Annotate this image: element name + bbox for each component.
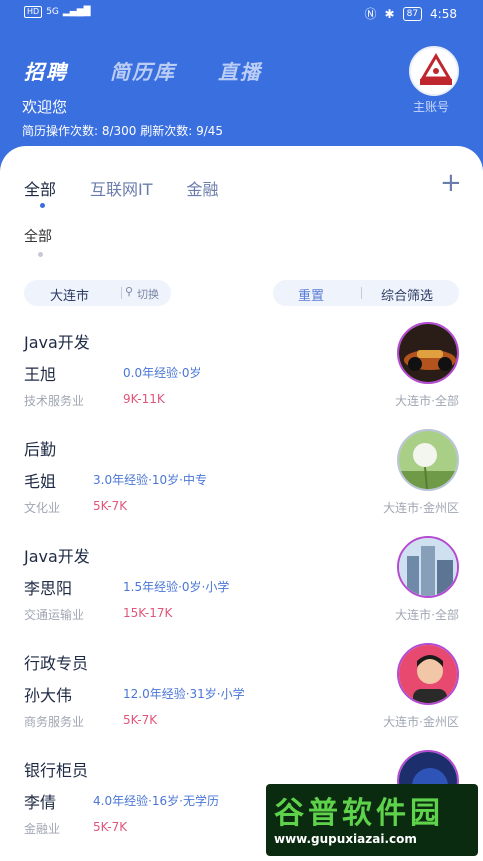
candidate-name: 孙大伟 — [24, 686, 73, 705]
salary-label: 5K-7K — [93, 499, 128, 513]
watermark-logo: 谷普软件园 www.gupuxiazai.com — [266, 784, 478, 856]
candidate-name: 李倩 — [24, 793, 57, 812]
account-label[interactable]: 主账号 — [413, 98, 449, 115]
divider — [361, 287, 362, 299]
location-label: 大连市·金州区 — [383, 715, 459, 729]
reset-button[interactable]: 重置 — [298, 285, 324, 304]
job-title: 银行柜员 — [24, 761, 89, 780]
tab-live[interactable]: 直播 — [218, 56, 262, 85]
job-title: Java开发 — [24, 333, 90, 352]
experience-info: 0.0年经验·0岁 — [123, 366, 202, 380]
comprehensive-filter-button[interactable]: 综合筛选 — [381, 285, 433, 304]
city-selector[interactable]: 大连市 ⚲ 切换 — [24, 280, 171, 306]
candidate-avatar — [397, 429, 459, 491]
main-tab-bar: 招聘 简历库 直播 — [24, 56, 262, 85]
tab-recruit[interactable]: 招聘 — [24, 56, 68, 85]
category-tab-bar: 全部 互联网IT 金融 — [24, 176, 219, 200]
status-bar: HD 5G ▂▄▆█ Ⓝ ✱ 87 4:58 — [0, 0, 483, 26]
candidate-avatar — [397, 322, 459, 384]
city-buildings-photo-icon — [399, 538, 457, 596]
filter-bar: 重置 综合筛选 — [273, 280, 459, 306]
subcategory-indicator — [38, 252, 43, 257]
active-tab-indicator — [40, 203, 45, 208]
location-label: 大连市·全部 — [395, 394, 459, 408]
candidate-name: 毛姐 — [24, 472, 57, 491]
category-tab-finance[interactable]: 金融 — [187, 176, 219, 200]
salary-label: 5K-7K — [123, 713, 158, 727]
candidate-card[interactable]: Java开发 李思阳 1.5年经验·0岁·小学 交通运输业 15K-17K 大连… — [0, 536, 483, 650]
candidate-avatar — [397, 643, 459, 705]
industry-label: 技术服务业 — [24, 394, 85, 408]
person-photo-icon — [399, 645, 457, 703]
tab-resume-library[interactable]: 简历库 — [110, 56, 176, 85]
location-label: 大连市·全部 — [395, 608, 459, 622]
job-title: Java开发 — [24, 547, 90, 566]
experience-info: 12.0年经验·31岁·小学 — [123, 687, 245, 701]
category-tab-internet-it[interactable]: 互联网IT — [90, 176, 153, 200]
experience-info: 3.0年经验·10岁·中专 — [93, 473, 207, 487]
category-tab-all[interactable]: 全部 — [24, 176, 56, 200]
salary-label: 15K-17K — [123, 606, 173, 620]
experience-info: 4.0年经验·16岁·无学历 — [93, 794, 219, 808]
candidate-card[interactable]: 后勤 毛姐 3.0年经验·10岁·中专 文化业 5K-7K 大连市·金州区 — [0, 429, 483, 543]
industry-label: 商务服务业 — [24, 715, 85, 729]
signal-label: 5G — [46, 7, 59, 17]
job-title: 后勤 — [24, 440, 57, 459]
motorcycle-photo-icon — [399, 324, 457, 382]
candidate-name: 王旭 — [24, 365, 57, 384]
battery-icon: 87 — [402, 6, 423, 21]
candidate-card[interactable]: 行政专员 孙大伟 12.0年经验·31岁·小学 商务服务业 5K-7K 大连市·… — [0, 643, 483, 757]
location-label: 大连市·金州区 — [383, 501, 459, 515]
industry-label: 文化业 — [24, 501, 61, 515]
salary-label: 9K-11K — [123, 392, 165, 406]
watermark-url: www.gupuxiazai.com — [274, 832, 417, 846]
experience-info: 1.5年经验·0岁·小学 — [123, 580, 230, 594]
salary-label: 5K-7K — [93, 820, 128, 834]
job-title: 行政专员 — [24, 654, 89, 673]
candidate-card[interactable]: Java开发 王旭 0.0年经验·0岁 技术服务业 9K-11K 大连市·全部 — [0, 322, 483, 436]
clock: 4:58 — [430, 6, 457, 21]
add-category-button[interactable]: + — [440, 170, 462, 196]
watermark-title: 谷普软件园 — [274, 796, 444, 831]
welcome-text: 欢迎您 — [22, 98, 68, 116]
city-label: 大连市 — [50, 289, 90, 304]
nfc-icon: Ⓝ — [364, 7, 377, 21]
location-pin-icon: ⚲ — [125, 285, 134, 298]
switch-city-button[interactable]: 切换 — [137, 286, 159, 302]
dandelion-photo-icon — [399, 431, 457, 489]
network-badge: HD — [24, 6, 43, 18]
bluetooth-icon: ✱ — [384, 6, 395, 21]
account-avatar[interactable] — [409, 46, 459, 96]
signal-icon: ▂▄▆█ — [62, 7, 91, 17]
divider — [121, 287, 122, 299]
usage-counts: 简历操作次数: 8/300 刷新次数: 9/45 — [22, 124, 224, 138]
candidate-name: 李思阳 — [24, 579, 73, 598]
industry-label: 交通运输业 — [24, 608, 85, 622]
industry-label: 金融业 — [24, 822, 61, 836]
candidate-avatar — [397, 536, 459, 598]
subcategory-all[interactable]: 全部 — [24, 226, 52, 246]
